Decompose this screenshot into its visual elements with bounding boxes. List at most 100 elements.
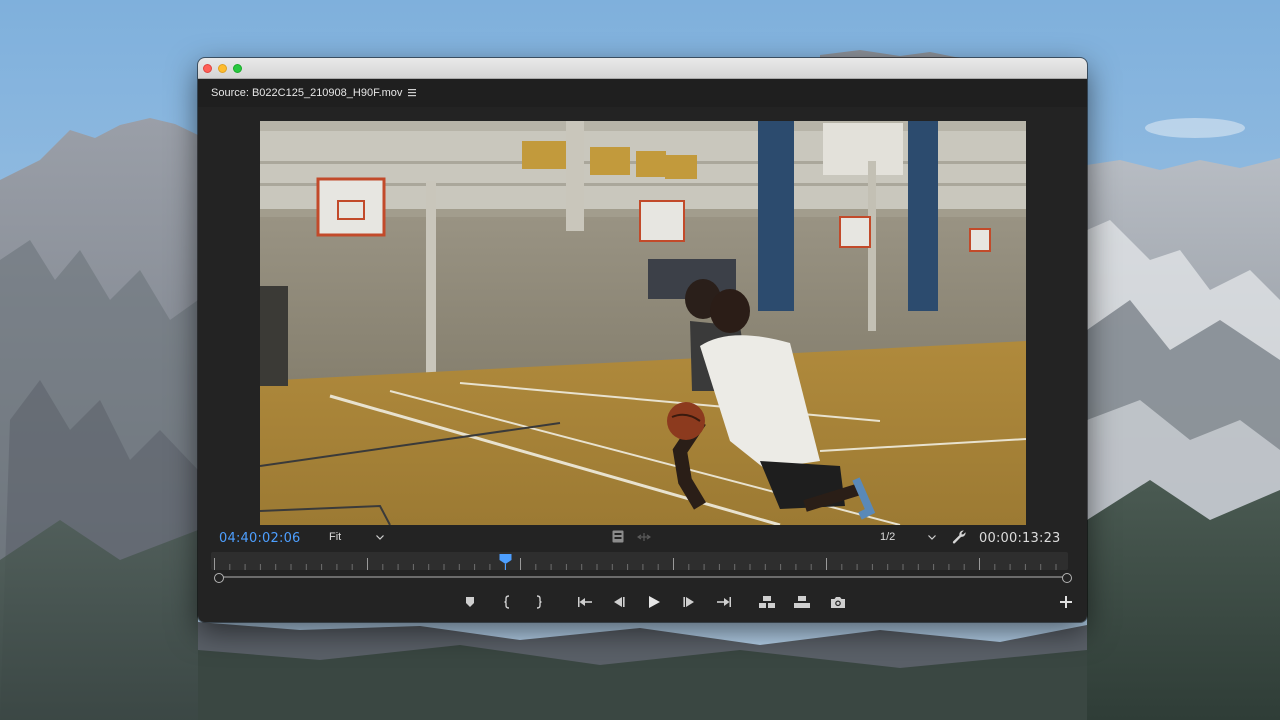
- ruler-tick: [596, 564, 598, 570]
- safe-margins-icon[interactable]: [612, 530, 624, 543]
- ruler-tick: [780, 564, 782, 570]
- window-titlebar[interactable]: [198, 58, 1087, 79]
- export-frame-button[interactable]: [827, 592, 849, 612]
- ruler-tick: [520, 558, 521, 570]
- playback-resolution-select[interactable]: 1/2: [875, 528, 941, 547]
- ruler-tick: [550, 564, 552, 570]
- plus-icon: [1060, 596, 1072, 608]
- source-monitor-window: Source: B022C125_210908_H90F.mov 04:40:0…: [198, 58, 1087, 622]
- zoom-handle-left[interactable]: [214, 573, 224, 583]
- ruler-tick: [489, 564, 491, 570]
- ruler-tick: [321, 564, 323, 570]
- close-window-button[interactable]: [203, 64, 212, 73]
- ruler-tick: [627, 564, 629, 570]
- mark-out-icon: [536, 595, 542, 609]
- step-back-icon: [614, 597, 625, 607]
- zoom-level-value: Fit: [329, 531, 342, 543]
- ruler-ticks: [214, 558, 1057, 570]
- duration-timecode: 00:00:13:23: [979, 531, 1061, 546]
- ruler-tick: [305, 564, 307, 570]
- panel-menu-icon[interactable]: [408, 88, 417, 97]
- video-frame[interactable]: [260, 121, 1026, 525]
- ruler-tick: [1055, 564, 1057, 570]
- ruler-tick: [443, 564, 445, 570]
- ruler-tick: [917, 564, 919, 570]
- mark-out-button[interactable]: [528, 592, 550, 612]
- ruler-tick: [474, 564, 476, 570]
- ruler-tick: [749, 564, 751, 570]
- go-to-in-icon: [578, 597, 592, 607]
- step-forward-button[interactable]: [678, 592, 700, 612]
- ruler-tick: [994, 564, 996, 570]
- ruler-tick: [856, 564, 858, 570]
- zoom-handle-right[interactable]: [1062, 573, 1072, 583]
- ruler-tick: [826, 558, 827, 570]
- ruler-tick: [275, 564, 277, 570]
- ruler-tick: [412, 564, 414, 570]
- ruler-tick: [351, 564, 353, 570]
- zoom-level-select[interactable]: Fit: [324, 528, 390, 547]
- ruler-tick: [229, 564, 231, 570]
- panel-header: Source: B022C125_210908_H90F.mov: [198, 79, 1087, 107]
- ruler-tick: [1009, 564, 1011, 570]
- ruler-tick: [642, 564, 644, 570]
- ruler-tick: [718, 564, 720, 570]
- ruler-tick: [841, 564, 843, 570]
- ruler-tick: [565, 564, 567, 570]
- overwrite-icon: [794, 596, 810, 608]
- panel-title[interactable]: Source: B022C125_210908_H90F.mov: [211, 87, 402, 99]
- ruler-tick: [963, 564, 965, 570]
- playhead[interactable]: [499, 552, 512, 570]
- ruler-tick: [887, 564, 889, 570]
- ruler-tick: [214, 558, 215, 570]
- zoom-scroll-bar[interactable]: [218, 576, 1067, 578]
- play-button[interactable]: [643, 592, 665, 612]
- minimize-window-button[interactable]: [218, 64, 227, 73]
- ruler-tick: [734, 564, 736, 570]
- ruler-tick: [535, 564, 537, 570]
- ruler-tick: [1040, 564, 1042, 570]
- chevron-down-icon: [928, 535, 936, 540]
- ruler-tick: [948, 564, 950, 570]
- ruler-tick: [382, 564, 384, 570]
- ruler-tick: [290, 564, 292, 570]
- mark-in-button[interactable]: [496, 592, 518, 612]
- ruler-tick: [611, 564, 613, 570]
- ruler-tick: [244, 564, 246, 570]
- ruler-tick: [336, 564, 338, 570]
- mark-in-icon: [504, 595, 510, 609]
- chevron-down-icon: [376, 535, 384, 540]
- go-to-out-button[interactable]: [713, 592, 735, 612]
- ruler-tick: [657, 564, 659, 570]
- ruler-tick: [367, 558, 368, 570]
- go-to-out-icon: [717, 597, 731, 607]
- play-icon: [649, 596, 660, 608]
- insert-icon: [759, 596, 775, 608]
- ruler-tick: [581, 564, 583, 570]
- ruler-tick: [933, 564, 935, 570]
- ruler-tick: [397, 564, 399, 570]
- multi-camera-icon[interactable]: [637, 532, 651, 542]
- insert-button[interactable]: [756, 592, 778, 612]
- marker-icon: [466, 597, 474, 607]
- ruler-tick: [458, 564, 460, 570]
- ruler-tick: [810, 564, 812, 570]
- time-ruler[interactable]: [211, 552, 1068, 570]
- ruler-tick: [673, 558, 674, 570]
- current-timecode[interactable]: 04:40:02:06: [219, 531, 301, 546]
- wrench-icon[interactable]: [952, 529, 967, 544]
- ruler-tick: [764, 564, 766, 570]
- ruler-tick: [259, 564, 261, 570]
- step-forward-icon: [683, 597, 694, 607]
- overwrite-button[interactable]: [791, 592, 813, 612]
- add-marker-button[interactable]: [459, 592, 481, 612]
- ruler-tick: [428, 564, 430, 570]
- ruler-tick: [871, 564, 873, 570]
- go-to-in-button[interactable]: [574, 592, 596, 612]
- ruler-tick: [979, 558, 980, 570]
- ruler-tick: [902, 564, 904, 570]
- step-back-button[interactable]: [608, 592, 630, 612]
- camera-icon: [831, 596, 845, 608]
- zoom-window-button[interactable]: [233, 64, 242, 73]
- button-editor-button[interactable]: [1055, 592, 1077, 612]
